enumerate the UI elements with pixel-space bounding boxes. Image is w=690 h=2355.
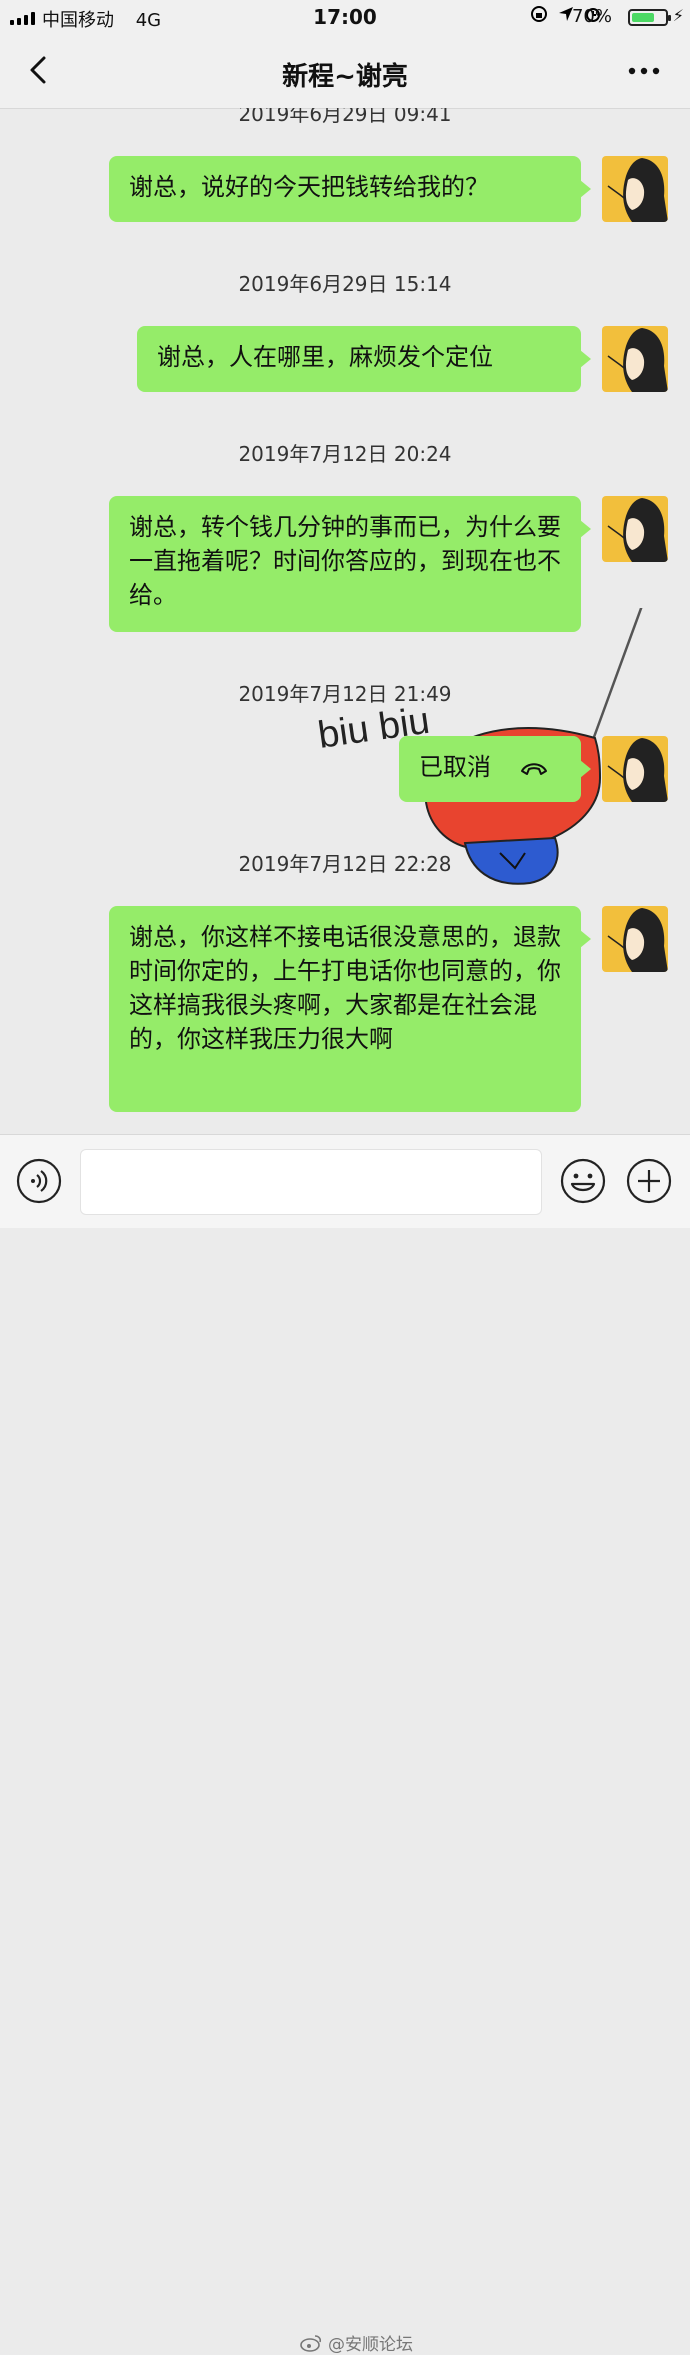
avatar[interactable] [602,326,668,392]
call-cancelled-bubble[interactable]: 已取消 [399,736,591,802]
message-bubble[interactable]: 谢总，说好的今天把钱转给我的？ [109,156,591,222]
watermark-text: @安顺论坛 [328,2335,413,2355]
voice-icon[interactable] [16,1158,62,1204]
input-bar: @安顺论坛 [0,1134,690,2355]
message-text: 谢总，转个钱几分钟的事而已，为什么要一直拖着呢？时间你答应的，到现在也不给。 [129,513,561,609]
call-cancel-icon [520,763,547,775]
watermark: @安顺论坛 [300,2330,413,2355]
avatar[interactable] [602,906,668,972]
timestamp: 2019年7月12日 20:24 [238,442,452,466]
battery-percent: 70% [571,6,612,27]
message-bubble[interactable]: 谢总，你这样不接电话很没意思的，退款时间你定的，上午打电话你也同意的，你这样搞我… [109,906,591,1112]
avatar-illustration [607,738,668,802]
weibo-logo-icon [300,2334,322,2352]
battery-icon [628,9,671,26]
more-dots-icon[interactable] [626,56,662,86]
plus-icon[interactable] [626,1158,672,1204]
charging-icon: ⚡ [672,6,684,25]
status-bar: 中国移动 4G 17:00 70% ⚡ [0,0,690,34]
timestamp: 2019年6月29日 09:41 [238,108,452,126]
message-input[interactable] [80,1149,542,1215]
chat-header: 新程~谢亮 [0,34,690,109]
avatar-illustration [607,498,668,562]
message-text: 谢总，人在哪里，麻烦发个定位 [157,343,493,371]
battery-fill [632,13,654,22]
message-bubble[interactable]: 谢总，人在哪里，麻烦发个定位 [137,326,591,392]
rotation-lock-icon [531,6,547,22]
avatar[interactable] [602,736,668,802]
avatar[interactable] [602,156,668,222]
avatar-illustration [607,908,668,972]
avatar-illustration [607,158,668,222]
message-text: 已取消 [419,753,491,781]
avatar-illustration [607,328,668,392]
chat-title: 新程~谢亮 [282,62,408,92]
message-text: 谢总，说好的今天把钱转给我的？ [129,173,489,201]
message-list[interactable]: biu biu 2019年6月29日 09:41 谢总，说好的今天把钱转给我的？… [0,108,690,1134]
timestamp: 2019年7月12日 22:28 [238,852,452,876]
message-text: 谢总，你这样不接电话很没意思的，退款时间你定的，上午打电话你也同意的，你这样搞我… [129,923,561,1053]
timestamp: 2019年7月12日 21:49 [238,682,452,706]
emoji-icon[interactable] [560,1158,606,1204]
message-bubble[interactable]: 谢总，转个钱几分钟的事而已，为什么要一直拖着呢？时间你答应的，到现在也不给。 [109,496,591,632]
avatar[interactable] [602,496,668,562]
timestamp: 2019年6月29日 15:14 [238,272,452,296]
